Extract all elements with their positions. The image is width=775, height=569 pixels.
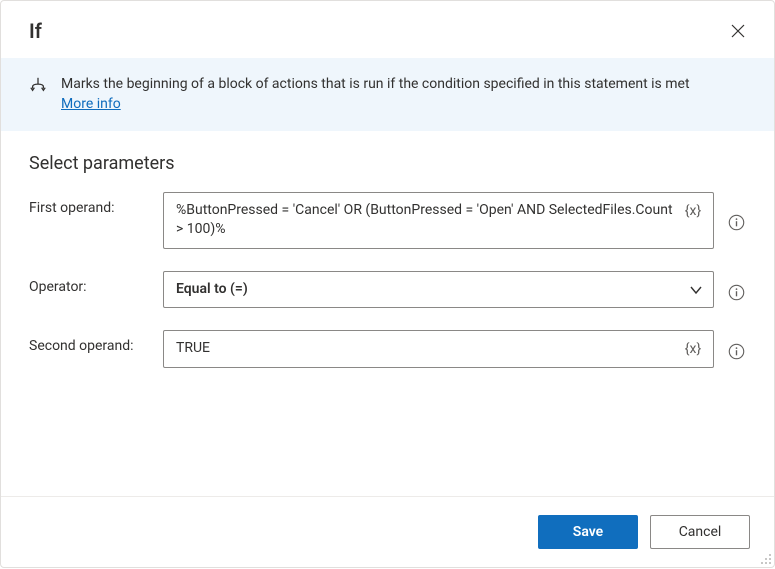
more-info-link[interactable]: More info [61,96,121,112]
first-operand-value: %ButtonPressed = 'Cancel' OR (ButtonPres… [164,193,713,248]
cancel-button[interactable]: Cancel [650,515,750,549]
condition-icon [29,76,47,94]
first-operand-input[interactable]: %ButtonPressed = 'Cancel' OR (ButtonPres… [163,192,714,249]
save-button[interactable]: Save [538,515,638,549]
operator-info-button[interactable] [726,279,746,309]
close-icon [730,23,746,42]
chevron-down-icon [689,283,703,297]
banner-description: Marks the beginning of a block of action… [61,76,690,92]
info-icon [728,343,745,363]
variable-picker-icon[interactable]: {x} [683,201,703,221]
banner-text: Marks the beginning of a block of action… [61,74,690,115]
dialog-footer: Save Cancel [1,496,774,567]
operator-select[interactable]: Equal to (=) [163,271,714,309]
parameters-section: Select parameters First operand: %Button… [1,131,774,390]
first-operand-row: First operand: %ButtonPressed = 'Cancel'… [29,192,746,249]
variable-picker-icon[interactable]: {x} [683,339,703,359]
if-dialog: If Marks the beginning of a block of act… [0,0,775,568]
second-operand-info-button[interactable] [726,338,746,368]
resize-grip[interactable] [760,553,772,565]
operator-row: Operator: Equal to (=) [29,271,746,309]
second-operand-row: Second operand: TRUE {x} [29,330,746,368]
dialog-title: If [29,19,42,43]
parameters-heading: Select parameters [29,153,746,174]
operator-value: Equal to (=) [164,272,713,308]
first-operand-info-button[interactable] [726,200,746,249]
first-operand-label: First operand: [29,192,147,216]
info-icon [728,284,745,304]
operator-label: Operator: [29,271,147,295]
second-operand-value: TRUE [164,331,713,367]
info-icon [728,214,745,234]
spacer [1,390,774,496]
info-banner: Marks the beginning of a block of action… [1,58,774,131]
close-button[interactable] [726,19,750,46]
dialog-header: If [1,1,774,58]
second-operand-label: Second operand: [29,330,147,354]
second-operand-input[interactable]: TRUE {x} [163,330,714,368]
